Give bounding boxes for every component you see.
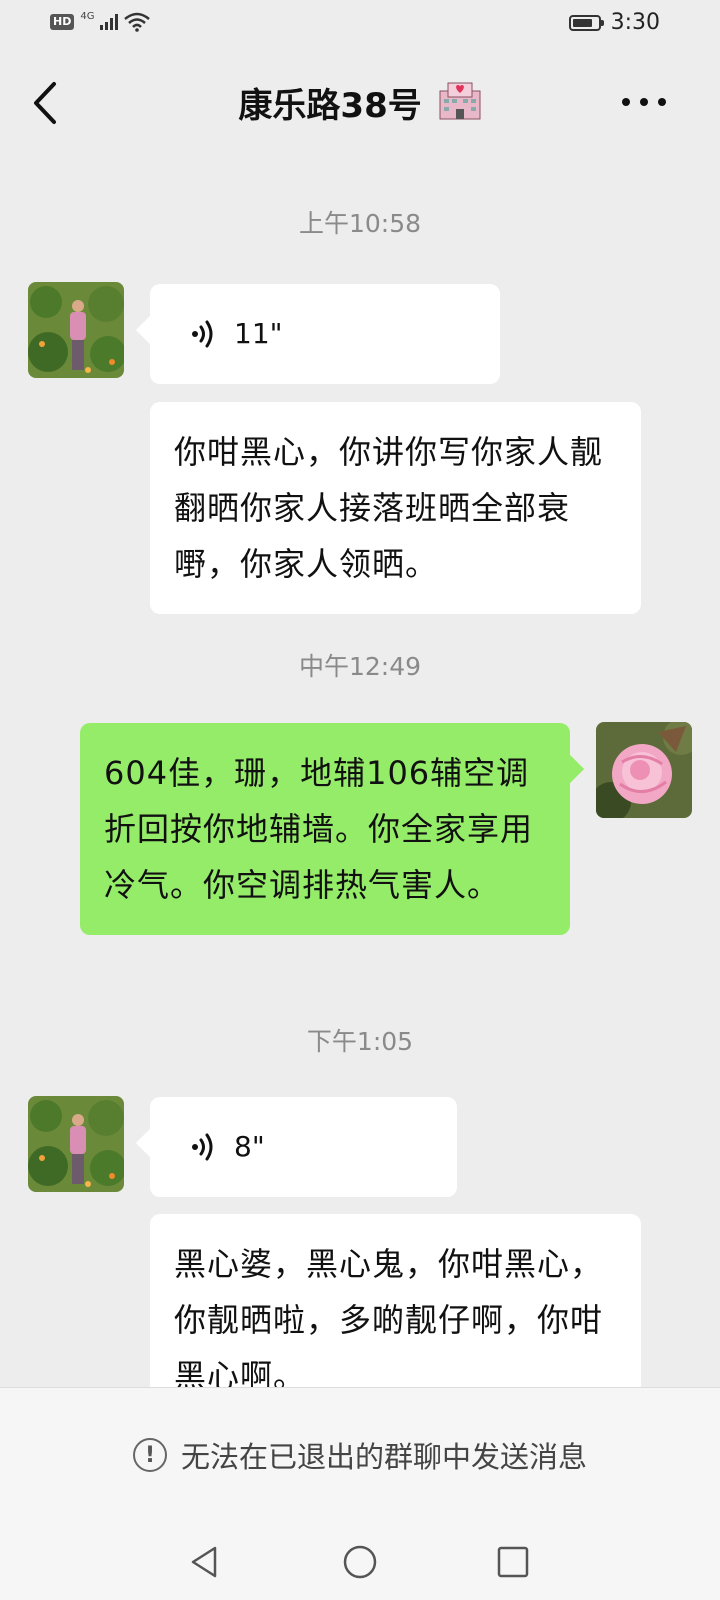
outgoing-text-message[interactable]: 604佳，珊，地辅106辅空调折回按你地辅墙。你全家享用冷气。你空调排热气害人。 <box>80 723 570 935</box>
nav-recents-icon[interactable] <box>493 1542 533 1582</box>
hospital-icon <box>439 82 481 120</box>
voice-message[interactable]: 8" <box>150 1097 457 1197</box>
voice-icon <box>192 1133 213 1161</box>
notice-text: 无法在已退出的群聊中发送消息 <box>180 1440 587 1474</box>
status-bar: HD 4G 3:30 <box>0 0 720 48</box>
system-nav-bar <box>0 1520 720 1600</box>
chat-title: 康乐路38号 <box>0 78 720 127</box>
message-timestamp: 下午1:05 <box>306 1027 414 1056</box>
message-text: 你咁黑心，你讲你写你家人靓翻晒你家人接落班晒全部衰嘢，你家人领晒。 <box>174 433 604 583</box>
chat-header: 康乐路38号 <box>0 48 720 160</box>
group-exited-notice: ! 无法在已退出的群聊中发送消息 <box>0 1387 720 1521</box>
voice-duration: 8" <box>234 1130 265 1163</box>
message-text: 604佳，珊，地辅106辅空调折回按你地辅墙。你全家享用冷气。你空调排热气害人。 <box>104 754 534 904</box>
self-avatar[interactable] <box>596 722 692 818</box>
nav-home-icon[interactable] <box>340 1542 380 1582</box>
sender-avatar[interactable] <box>28 282 124 378</box>
wifi-icon <box>124 12 151 32</box>
signal-icon <box>100 14 119 30</box>
hd-badge: HD <box>50 14 75 30</box>
nav-back-icon[interactable] <box>185 1542 225 1582</box>
info-alert-icon: ! <box>132 1438 167 1472</box>
text-message[interactable]: 你咁黑心，你讲你写你家人靓翻晒你家人接落班晒全部衰嘢，你家人领晒。 <box>150 402 641 614</box>
chat-title-text: 康乐路38号 <box>238 86 422 126</box>
message-timestamp: 中午12:49 <box>298 652 422 681</box>
network-type: 4G <box>80 10 95 22</box>
voice-icon <box>192 320 213 348</box>
battery-icon <box>568 14 604 31</box>
more-options-icon[interactable] <box>622 98 666 106</box>
status-time: 3:30 <box>610 10 660 35</box>
sender-avatar[interactable] <box>28 1096 124 1192</box>
message-timestamp: 上午10:58 <box>298 209 422 238</box>
voice-duration: 11" <box>234 317 283 350</box>
voice-message[interactable]: 11" <box>150 284 500 384</box>
